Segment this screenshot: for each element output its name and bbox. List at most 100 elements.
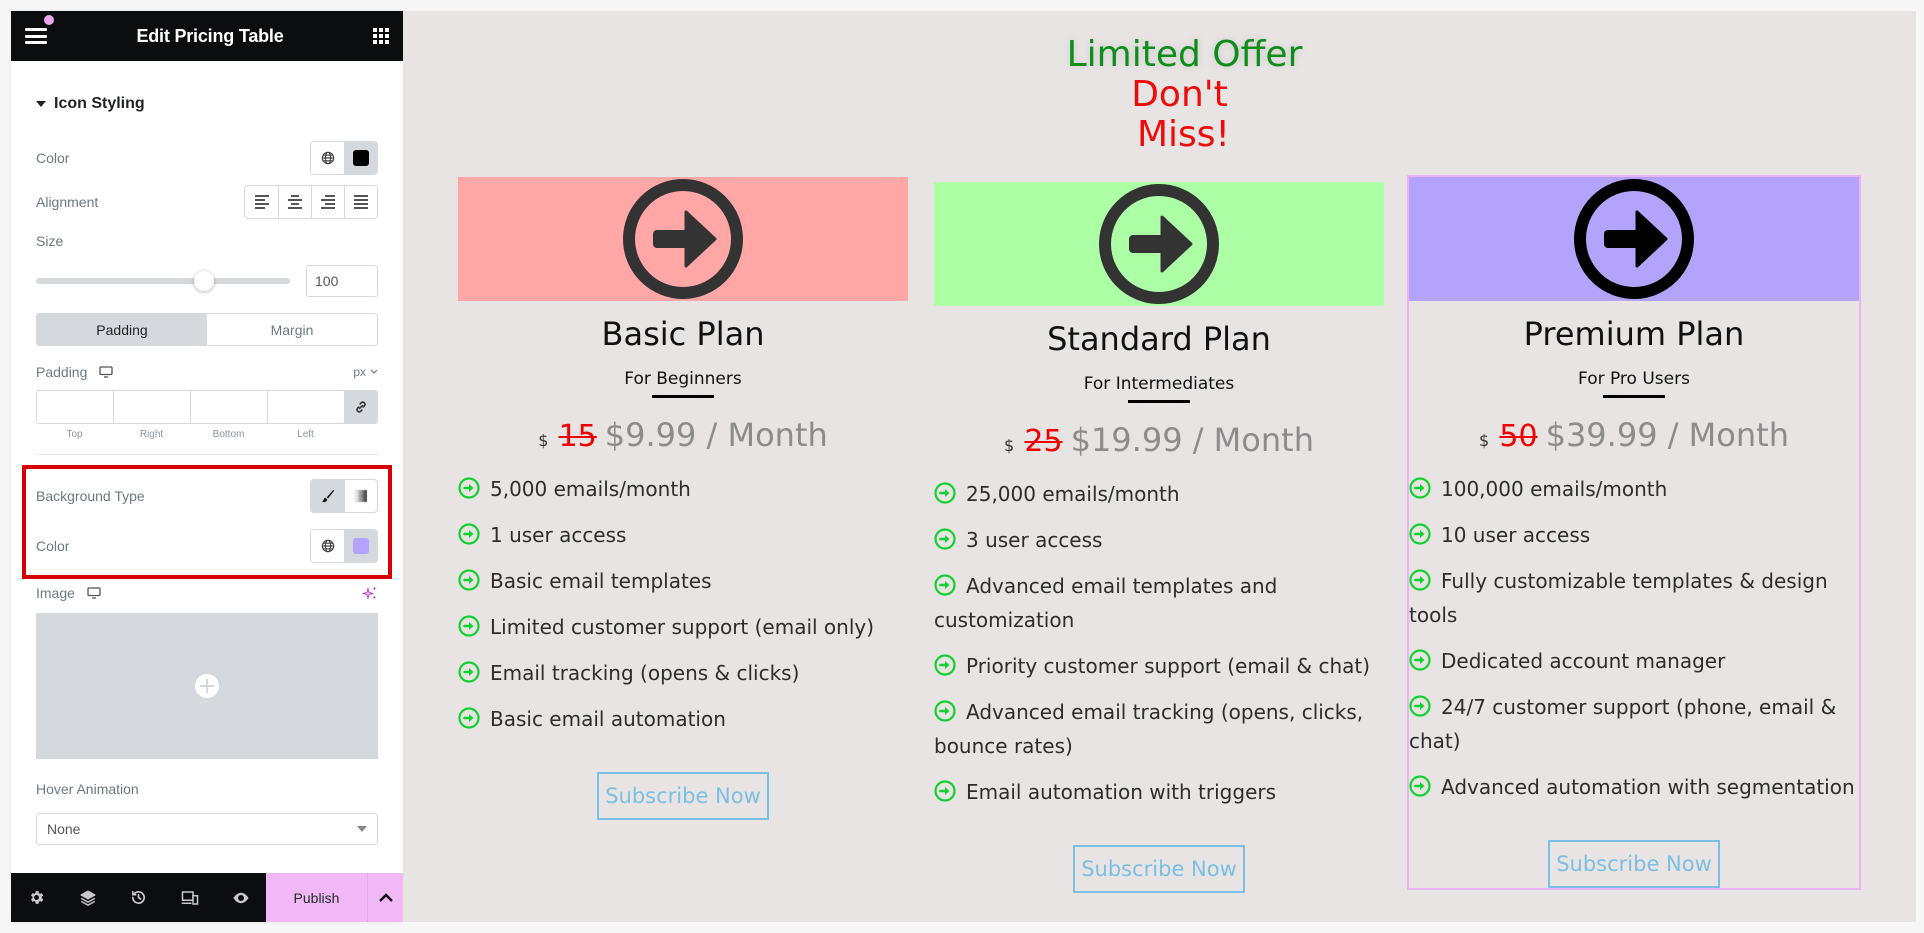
original-price: 25: [1024, 424, 1063, 459]
tab-padding[interactable]: Padding: [37, 314, 207, 345]
arrow-circle-right-icon: [934, 700, 956, 722]
ai-sparkle-icon[interactable]: [362, 586, 378, 600]
feature-text: Advanced email tracking (opens, clicks, …: [934, 700, 1364, 758]
feature-text: Email automation with triggers: [966, 780, 1277, 804]
history-button[interactable]: [113, 873, 164, 922]
padding-left-label: Left: [297, 429, 314, 440]
divider: [36, 454, 378, 455]
pricing-plan-card[interactable]: Standard Plan For Intermediates $ 25 $19.…: [934, 182, 1384, 893]
navigator-button[interactable]: [62, 873, 113, 922]
background-color-swatch-button[interactable]: [344, 530, 377, 562]
plan-title: Premium Plan: [1523, 315, 1745, 353]
link-icon: [356, 401, 366, 413]
subscribe-button[interactable]: Subscribe Now: [1073, 845, 1245, 893]
globe-icon: [321, 539, 334, 553]
widgets-grid-icon[interactable]: [373, 28, 389, 44]
pricing-plan-card[interactable]: Basic Plan For Beginners $ 15 $9.99 / Mon…: [458, 177, 908, 820]
align-justify-button[interactable]: [344, 186, 377, 218]
icon-color-label: Color: [36, 150, 70, 166]
size-slider[interactable]: [36, 271, 290, 291]
plan-title: Basic Plan: [601, 315, 765, 353]
desktop-device-icon[interactable]: [99, 366, 114, 378]
desktop-device-icon[interactable]: [87, 587, 101, 599]
preview-eye-icon: [233, 892, 248, 903]
offer-banner: Limited Offer Don't Miss!: [403, 35, 1916, 155]
padding-top-input[interactable]: [37, 391, 114, 423]
subtitle-divider: [1128, 400, 1190, 403]
currency-symbol: $: [1479, 431, 1490, 450]
align-center-button[interactable]: [278, 186, 311, 218]
currency-symbol: $: [538, 431, 549, 450]
arrow-circle-right-icon: [1409, 569, 1431, 591]
subscribe-button[interactable]: Subscribe Now: [597, 772, 769, 820]
menu-hamburger-icon[interactable]: [25, 28, 47, 44]
padding-inputs: [36, 390, 378, 424]
publish-options-button[interactable]: [368, 873, 403, 922]
global-colors-button[interactable]: [311, 530, 344, 562]
preview-button[interactable]: [215, 873, 266, 922]
feature-item: 1 user access: [458, 518, 908, 552]
plan-subtitle: For Intermediates: [1083, 374, 1235, 394]
link-values-button[interactable]: [345, 391, 377, 423]
settings-icon: [31, 891, 44, 904]
background-gradient-button[interactable]: [344, 480, 377, 512]
section-title: Icon Styling: [54, 95, 145, 112]
feature-item: Basic email templates: [458, 564, 908, 598]
padding-right-label: Right: [139, 429, 164, 440]
plan-title: Standard Plan: [1047, 320, 1271, 358]
unit-select[interactable]: px: [353, 365, 378, 379]
padding-control-header: Padding px: [36, 364, 378, 380]
responsive-mode-button[interactable]: [164, 873, 215, 922]
tab-margin[interactable]: Margin: [207, 314, 377, 345]
section-toggle-icon-styling[interactable]: Icon Styling: [36, 79, 378, 129]
feature-item: 3 user access: [934, 523, 1384, 557]
arrow-circle-right-icon: [1409, 649, 1431, 671]
settings-button[interactable]: [11, 873, 62, 922]
feature-text: 5,000 emails/month: [490, 477, 691, 501]
align-right-button[interactable]: [311, 186, 344, 218]
hover-animation-value: None: [47, 821, 81, 837]
sale-price: $19.99 / Month: [1070, 421, 1314, 459]
responsive-icon: [181, 890, 198, 905]
plan-icon-header: [458, 177, 908, 301]
plan-subtitle: For Pro Users: [1578, 369, 1690, 389]
size-input[interactable]: [306, 265, 378, 297]
banner-line-1: Limited Offer: [1066, 34, 1303, 75]
globe-icon: [321, 151, 334, 165]
arrow-circle-right-icon: [934, 574, 956, 596]
feature-item: Fully customizable templates & design to…: [1409, 564, 1859, 632]
padding-left-input[interactable]: [268, 391, 345, 423]
align-left-icon: [254, 195, 269, 209]
align-left-button[interactable]: [245, 186, 278, 218]
publish-button[interactable]: Publish: [266, 873, 368, 922]
image-control-header: Image: [36, 585, 378, 601]
arrow-circle-right-icon: [458, 569, 480, 591]
align-justify-icon: [354, 195, 368, 209]
padding-bottom-input[interactable]: [191, 391, 268, 423]
subscribe-button[interactable]: Subscribe Now: [1548, 840, 1720, 888]
spacing-tabs: Padding Margin: [36, 313, 378, 346]
size-slider-thumb[interactable]: [193, 271, 214, 291]
image-upload-area[interactable]: [36, 613, 378, 759]
feature-item: Advanced automation with segmentation: [1409, 770, 1859, 804]
arrow-circle-right-icon: [1409, 775, 1431, 797]
feature-text: Basic email automation: [490, 707, 726, 731]
feature-text: 100,000 emails/month: [1441, 477, 1668, 501]
feature-text: 1 user access: [490, 523, 627, 547]
feature-list: 25,000 emails/month 3 user access Advanc…: [934, 477, 1384, 809]
alignment-control: Alignment: [36, 185, 378, 219]
hover-animation-select[interactable]: None: [36, 813, 378, 845]
pricing-plan-card[interactable]: Premium Plan For Pro Users $ 50 $39.99 / …: [1407, 175, 1861, 890]
alignment-label: Alignment: [36, 194, 99, 210]
background-classic-button[interactable]: [311, 480, 344, 512]
global-colors-button[interactable]: [311, 142, 344, 174]
original-price: 50: [1499, 419, 1538, 454]
icon-color-swatch-button[interactable]: [344, 142, 377, 174]
background-type-buttons: [310, 479, 378, 513]
feature-text: Fully customizable templates & design to…: [1409, 569, 1828, 627]
feature-item: Dedicated account manager: [1409, 644, 1859, 678]
plan-icon-header: [1409, 177, 1859, 301]
padding-right-input[interactable]: [114, 391, 191, 423]
feature-item: 25,000 emails/month: [934, 477, 1384, 511]
icon-color-control: Color: [36, 141, 378, 175]
